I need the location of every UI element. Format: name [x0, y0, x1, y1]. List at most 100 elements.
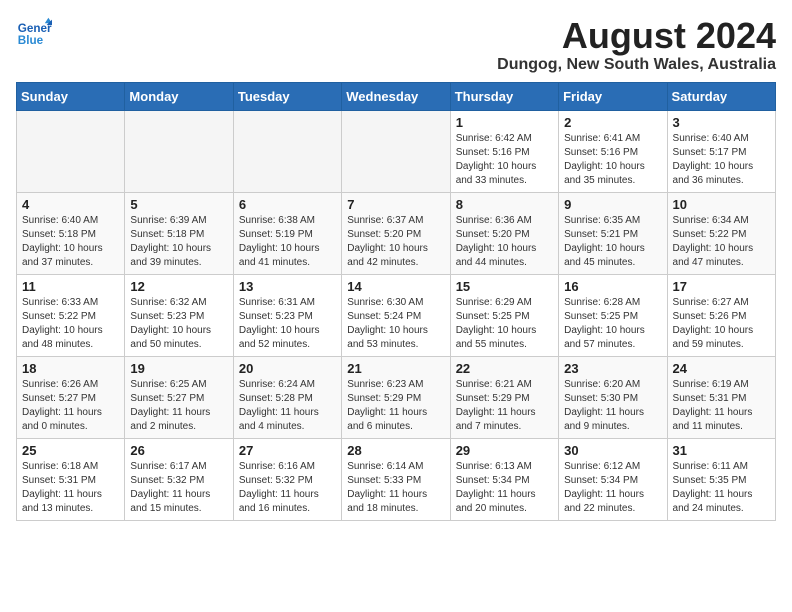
- day-info: Sunrise: 6:32 AM Sunset: 5:23 PM Dayligh…: [130, 296, 227, 352]
- day-info: Sunrise: 6:41 AM Sunset: 5:16 PM Dayligh…: [564, 132, 661, 188]
- day-info: Sunrise: 6:34 AM Sunset: 5:22 PM Dayligh…: [673, 214, 770, 270]
- col-header-tuesday: Tuesday: [233, 82, 341, 110]
- calendar-header-row: SundayMondayTuesdayWednesdayThursdayFrid…: [17, 82, 776, 110]
- day-number: 7: [347, 197, 444, 212]
- col-header-sunday: Sunday: [17, 82, 125, 110]
- day-number: 3: [673, 115, 770, 130]
- calendar-cell: 12 Sunrise: 6:32 AM Sunset: 5:23 PM Dayli…: [125, 274, 233, 356]
- day-info: Sunrise: 6:26 AM Sunset: 5:27 PM Dayligh…: [22, 378, 119, 434]
- calendar-cell: 29Sunrise: 6:13 AM Sunset: 5:34 PM Dayli…: [450, 438, 558, 520]
- day-info: Sunrise: 6:33 AM Sunset: 5:22 PM Dayligh…: [22, 296, 119, 352]
- calendar-cell: 28 Sunrise: 6:14 AM Sunset: 5:33 PM Dayli…: [342, 438, 450, 520]
- day-number: 8: [456, 197, 553, 212]
- day-number: 1: [456, 115, 553, 130]
- day-number: 9: [564, 197, 661, 212]
- calendar-week-row: 25Sunrise: 6:18 AM Sunset: 5:31 PM Dayli…: [17, 438, 776, 520]
- day-info: Sunrise: 6:17 AM Sunset: 5:32 PM Dayligh…: [130, 460, 227, 516]
- calendar-cell: [17, 110, 125, 192]
- svg-text:Blue: Blue: [18, 34, 44, 47]
- day-number: 19: [130, 361, 227, 376]
- calendar-cell: 22Sunrise: 6:21 AM Sunset: 5:29 PM Dayli…: [450, 356, 558, 438]
- calendar-cell: 2 Sunrise: 6:41 AM Sunset: 5:16 PM Daylig…: [559, 110, 667, 192]
- calendar-cell: 19 Sunrise: 6:25 AM Sunset: 5:27 PM Dayli…: [125, 356, 233, 438]
- day-info: Sunrise: 6:19 AM Sunset: 5:31 PM Dayligh…: [673, 378, 770, 434]
- day-info: Sunrise: 6:37 AM Sunset: 5:20 PM Dayligh…: [347, 214, 444, 270]
- day-number: 17: [673, 279, 770, 294]
- calendar-cell: 20 Sunrise: 6:24 AM Sunset: 5:28 PM Dayli…: [233, 356, 341, 438]
- day-info: Sunrise: 6:13 AM Sunset: 5:34 PM Dayligh…: [456, 460, 553, 516]
- day-info: Sunrise: 6:39 AM Sunset: 5:18 PM Dayligh…: [130, 214, 227, 270]
- col-header-monday: Monday: [125, 82, 233, 110]
- day-info: Sunrise: 6:42 AM Sunset: 5:16 PM Dayligh…: [456, 132, 553, 188]
- day-info: Sunrise: 6:31 AM Sunset: 5:23 PM Dayligh…: [239, 296, 336, 352]
- calendar-cell: 23 Sunrise: 6:20 AM Sunset: 5:30 PM Dayli…: [559, 356, 667, 438]
- day-info: Sunrise: 6:29 AM Sunset: 5:25 PM Dayligh…: [456, 296, 553, 352]
- calendar-cell: 6 Sunrise: 6:38 AM Sunset: 5:19 PM Daylig…: [233, 192, 341, 274]
- col-header-friday: Friday: [559, 82, 667, 110]
- day-number: 4: [22, 197, 119, 212]
- day-number: 10: [673, 197, 770, 212]
- day-number: 14: [347, 279, 444, 294]
- day-info: Sunrise: 6:11 AM Sunset: 5:35 PM Dayligh…: [673, 460, 770, 516]
- page-header: General Blue August 2024 Dungog, New Sou…: [16, 16, 776, 74]
- day-info: Sunrise: 6:14 AM Sunset: 5:33 PM Dayligh…: [347, 460, 444, 516]
- day-number: 13: [239, 279, 336, 294]
- day-number: 12: [130, 279, 227, 294]
- calendar-cell: 1 Sunrise: 6:42 AM Sunset: 5:16 PM Daylig…: [450, 110, 558, 192]
- col-header-saturday: Saturday: [667, 82, 775, 110]
- calendar-cell: [342, 110, 450, 192]
- col-header-wednesday: Wednesday: [342, 82, 450, 110]
- day-info: Sunrise: 6:25 AM Sunset: 5:27 PM Dayligh…: [130, 378, 227, 434]
- day-number: 30: [564, 443, 661, 458]
- calendar-table: SundayMondayTuesdayWednesdayThursdayFrid…: [16, 82, 776, 521]
- calendar-cell: 13 Sunrise: 6:31 AM Sunset: 5:23 PM Dayli…: [233, 274, 341, 356]
- calendar-cell: [233, 110, 341, 192]
- day-info: Sunrise: 6:38 AM Sunset: 5:19 PM Dayligh…: [239, 214, 336, 270]
- day-info: Sunrise: 6:16 AM Sunset: 5:32 PM Dayligh…: [239, 460, 336, 516]
- day-number: 11: [22, 279, 119, 294]
- calendar-week-row: 11 Sunrise: 6:33 AM Sunset: 5:22 PM Dayli…: [17, 274, 776, 356]
- logo-icon: General Blue: [16, 16, 52, 52]
- calendar-cell: 15 Sunrise: 6:29 AM Sunset: 5:25 PM Dayli…: [450, 274, 558, 356]
- day-info: Sunrise: 6:36 AM Sunset: 5:20 PM Dayligh…: [456, 214, 553, 270]
- day-number: 24: [673, 361, 770, 376]
- location-subtitle: Dungog, New South Wales, Australia: [497, 56, 776, 74]
- day-number: 2: [564, 115, 661, 130]
- col-header-thursday: Thursday: [450, 82, 558, 110]
- day-info: Sunrise: 6:12 AM Sunset: 5:34 PM Dayligh…: [564, 460, 661, 516]
- day-number: 26: [130, 443, 227, 458]
- day-number: 20: [239, 361, 336, 376]
- day-info: Sunrise: 6:27 AM Sunset: 5:26 PM Dayligh…: [673, 296, 770, 352]
- day-number: 16: [564, 279, 661, 294]
- day-info: Sunrise: 6:35 AM Sunset: 5:21 PM Dayligh…: [564, 214, 661, 270]
- calendar-cell: 25Sunrise: 6:18 AM Sunset: 5:31 PM Dayli…: [17, 438, 125, 520]
- day-number: 5: [130, 197, 227, 212]
- day-number: 23: [564, 361, 661, 376]
- day-info: Sunrise: 6:20 AM Sunset: 5:30 PM Dayligh…: [564, 378, 661, 434]
- calendar-cell: 21 Sunrise: 6:23 AM Sunset: 5:29 PM Dayli…: [342, 356, 450, 438]
- calendar-cell: 17 Sunrise: 6:27 AM Sunset: 5:26 PM Dayli…: [667, 274, 775, 356]
- day-number: 21: [347, 361, 444, 376]
- calendar-cell: 16 Sunrise: 6:28 AM Sunset: 5:25 PM Dayli…: [559, 274, 667, 356]
- calendar-cell: 26 Sunrise: 6:17 AM Sunset: 5:32 PM Dayli…: [125, 438, 233, 520]
- day-info: Sunrise: 6:30 AM Sunset: 5:24 PM Dayligh…: [347, 296, 444, 352]
- title-block: August 2024 Dungog, New South Wales, Aus…: [497, 16, 776, 74]
- calendar-cell: 31 Sunrise: 6:11 AM Sunset: 5:35 PM Dayli…: [667, 438, 775, 520]
- calendar-cell: 3Sunrise: 6:40 AM Sunset: 5:17 PM Daylig…: [667, 110, 775, 192]
- calendar-cell: 5 Sunrise: 6:39 AM Sunset: 5:18 PM Daylig…: [125, 192, 233, 274]
- day-info: Sunrise: 6:24 AM Sunset: 5:28 PM Dayligh…: [239, 378, 336, 434]
- day-info: Sunrise: 6:23 AM Sunset: 5:29 PM Dayligh…: [347, 378, 444, 434]
- calendar-week-row: 18Sunrise: 6:26 AM Sunset: 5:27 PM Dayli…: [17, 356, 776, 438]
- day-number: 27: [239, 443, 336, 458]
- calendar-cell: 27 Sunrise: 6:16 AM Sunset: 5:32 PM Dayli…: [233, 438, 341, 520]
- day-number: 31: [673, 443, 770, 458]
- day-number: 15: [456, 279, 553, 294]
- day-info: Sunrise: 6:40 AM Sunset: 5:18 PM Dayligh…: [22, 214, 119, 270]
- calendar-cell: 30 Sunrise: 6:12 AM Sunset: 5:34 PM Dayli…: [559, 438, 667, 520]
- day-info: Sunrise: 6:21 AM Sunset: 5:29 PM Dayligh…: [456, 378, 553, 434]
- day-number: 6: [239, 197, 336, 212]
- calendar-cell: 11 Sunrise: 6:33 AM Sunset: 5:22 PM Dayli…: [17, 274, 125, 356]
- day-info: Sunrise: 6:28 AM Sunset: 5:25 PM Dayligh…: [564, 296, 661, 352]
- calendar-cell: 7 Sunrise: 6:37 AM Sunset: 5:20 PM Daylig…: [342, 192, 450, 274]
- day-number: 28: [347, 443, 444, 458]
